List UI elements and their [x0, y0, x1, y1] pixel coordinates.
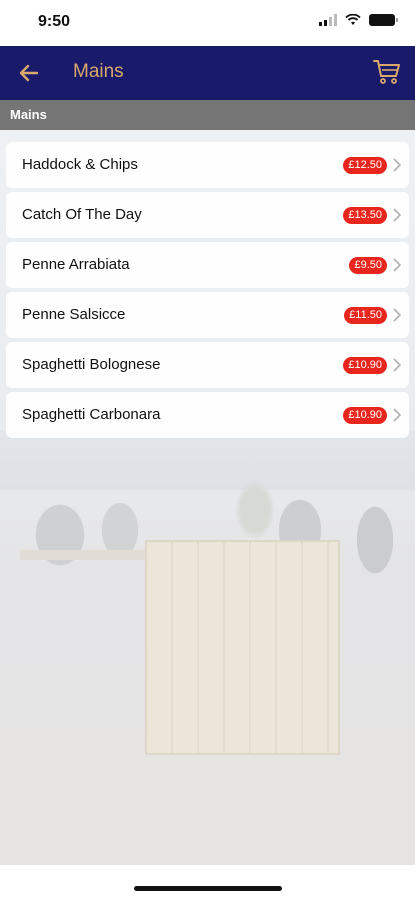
price-badge: £10.90	[343, 407, 387, 424]
price-badge: £11.50	[344, 307, 387, 324]
battery-icon	[369, 14, 398, 26]
menu-item-spaghetti-carbonara[interactable]: Spaghetti Carbonara £10.90	[6, 392, 409, 438]
menu-item-name: Spaghetti Carbonara	[22, 406, 161, 423]
chevron-right-icon	[393, 158, 402, 172]
home-indicator[interactable]	[134, 886, 282, 891]
chevron-right-icon	[393, 308, 402, 322]
background-bench	[20, 550, 150, 660]
background-crate	[145, 540, 340, 755]
chevron-right-icon	[393, 208, 402, 222]
menu-item-name: Penne Salsicce	[22, 306, 126, 323]
background-photo	[0, 130, 415, 865]
cart-button[interactable]	[371, 56, 403, 88]
status-bar: 9:50	[0, 0, 415, 46]
menu-item-name: Spaghetti Bolognese	[22, 356, 161, 373]
menu-item-spaghetti-bolognese[interactable]: Spaghetti Bolognese £10.90	[6, 342, 409, 388]
page-title: Mains	[73, 61, 124, 82]
section-header: Mains	[0, 100, 415, 130]
menu-item-penne-salsicce[interactable]: Penne Salsicce £11.50	[6, 292, 409, 338]
menu-item-name: Penne Arrabiata	[22, 256, 130, 273]
navigation-bar: Mains	[0, 46, 415, 100]
background-plant	[235, 480, 275, 540]
menu-item-haddock-chips[interactable]: Haddock & Chips £12.50	[6, 142, 409, 188]
chevron-right-icon	[393, 258, 402, 272]
cart-icon	[373, 60, 400, 84]
signal-icon	[319, 14, 337, 26]
status-icons	[319, 14, 398, 26]
wifi-icon	[345, 14, 361, 25]
menu-item-penne-arrabiata[interactable]: Penne Arrabiata £9.50	[6, 242, 409, 288]
chevron-right-icon	[393, 358, 402, 372]
menu-item-name: Catch Of The Day	[22, 206, 142, 223]
price-badge: £9.50	[349, 257, 387, 274]
price-badge: £12.50	[343, 157, 387, 174]
menu-item-name: Haddock & Chips	[22, 156, 138, 173]
price-badge: £13.50	[343, 207, 387, 224]
back-button[interactable]	[14, 58, 44, 88]
price-badge: £10.90	[343, 357, 387, 374]
arrow-left-icon	[19, 64, 39, 82]
bottom-safe-area	[0, 865, 415, 900]
chevron-right-icon	[393, 408, 402, 422]
status-time: 9:50	[38, 13, 71, 30]
menu-item-catch-of-the-day[interactable]: Catch Of The Day £13.50	[6, 192, 409, 238]
